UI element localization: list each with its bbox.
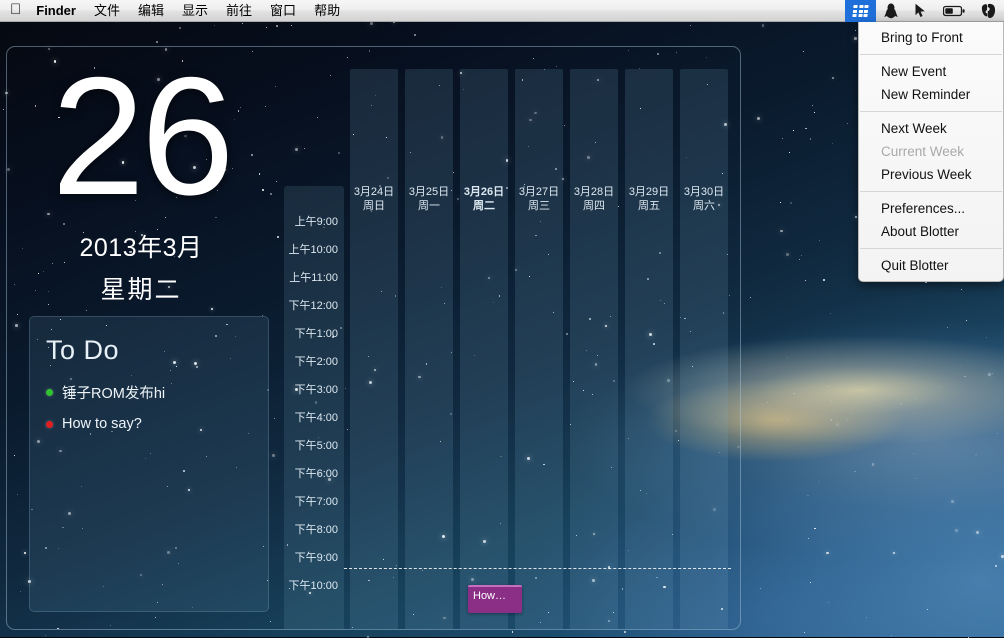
- penguin-glyph: [884, 3, 898, 18]
- big-date-display: 26 2013年3月 星期二: [7, 47, 275, 306]
- menu-item-new-reminder[interactable]: New Reminder: [859, 83, 1003, 106]
- calendar-event[interactable]: How…: [468, 585, 522, 613]
- todo-panel[interactable]: To Do 锤子ROM发布hi How to say?: [29, 316, 269, 612]
- macos-menu-bar[interactable]:  Finder文件编辑显示前往窗口帮助: [0, 0, 1004, 22]
- menu-item-current-week: Current Week: [881, 144, 965, 159]
- pointer-glyph: [915, 3, 925, 17]
- time-label: 下午10:00: [288, 580, 338, 592]
- big-date-day-number: 26: [51, 46, 235, 230]
- menu-bar-items[interactable]: Finder 文件 编辑 显示 前往 窗口 帮助: [27, 1, 349, 21]
- menu-item-quit-blotter[interactable]: Quit Blotter: [859, 254, 1003, 277]
- menu-separator: [860, 54, 1002, 55]
- apple-logo-icon[interactable]: : [10, 2, 21, 17]
- time-label: 上午9:00: [294, 216, 338, 228]
- menu-item-next-week[interactable]: Next Week: [859, 117, 1003, 140]
- blotter-widget-window[interactable]: 26 2013年3月 星期二 To Do 锤子ROM发布hi How to say…: [6, 46, 741, 630]
- calendar-time-gutter: 上午9:00 上午10:00 上午11:00 下午12:00 下午1:00 下午2:00 下…: [284, 186, 344, 629]
- menu-item-previous-week[interactable]: Previous Week: [859, 163, 1003, 186]
- time-label: 上午10:00: [288, 244, 338, 256]
- menu-bar-item-5[interactable]: 窗口: [261, 1, 305, 21]
- menu-bar-item-6[interactable]: 帮助: [305, 1, 349, 21]
- grid-icon-glyph: [852, 4, 869, 17]
- menu-bar-status-items[interactable]: [845, 0, 1004, 22]
- menu-bar-item-4[interactable]: 前往: [217, 1, 261, 21]
- day-column-4[interactable]: [570, 69, 618, 629]
- time-label: 下午5:00: [294, 440, 338, 452]
- elephant-glyph: [981, 3, 996, 18]
- time-label: 下午8:00: [294, 524, 338, 536]
- time-label: 下午9:00: [294, 552, 338, 564]
- big-date-year-month: 2013年3月: [79, 234, 203, 262]
- todo-item-label: How to say?: [62, 416, 142, 432]
- menu-item-preferences[interactable]: Preferences...: [859, 197, 1003, 220]
- calendar-week-view[interactable]: 上午9:00 上午10:00 上午11:00 下午12:00 下午1:00 下午2:00 下…: [284, 47, 740, 629]
- menu-bar-item-0[interactable]: Finder: [27, 1, 85, 21]
- day-column-1[interactable]: [405, 69, 453, 629]
- menu-item-new-event[interactable]: New Event: [859, 60, 1003, 83]
- qq-penguin-icon[interactable]: [876, 0, 906, 22]
- battery-icon[interactable]: [935, 0, 973, 22]
- time-label: 下午2:00: [294, 356, 338, 368]
- menu-bar-item-3[interactable]: 显示: [173, 1, 217, 21]
- time-label: 上午11:00: [289, 272, 338, 284]
- menu-item-about-blotter[interactable]: About Blotter: [859, 220, 1003, 243]
- blotter-grid-icon[interactable]: [845, 0, 876, 22]
- time-label: 下午3:00: [294, 384, 338, 396]
- todo-list: 锤子ROM发布hi How to say?: [46, 382, 252, 432]
- day-column-5[interactable]: [625, 69, 673, 629]
- todo-bullet-icon: [46, 389, 53, 396]
- time-label: 下午4:00: [294, 412, 338, 424]
- todo-item[interactable]: How to say?: [46, 416, 252, 432]
- todo-title: To Do: [46, 335, 120, 365]
- menu-bar-item-1[interactable]: 文件: [85, 1, 129, 21]
- menu-item-bring-to-front[interactable]: Bring to Front: [859, 26, 1003, 49]
- todo-bullet-icon: [46, 420, 53, 428]
- day-column-2[interactable]: [460, 69, 508, 629]
- menu-separator: [860, 248, 1002, 249]
- day-column-0[interactable]: [350, 69, 398, 629]
- todo-item-label: 锤子ROM发布hi: [62, 386, 166, 402]
- blotter-status-menu[interactable]: Bring to Front New Event New Reminder Next …: [858, 22, 1004, 282]
- menu-bar-item-2[interactable]: 编辑: [129, 1, 173, 21]
- menu-separator: [860, 111, 1002, 112]
- day-column-3[interactable]: [515, 69, 563, 629]
- menu-separator: [860, 191, 1002, 192]
- battery-glyph: [943, 5, 965, 16]
- time-label: 下午6:00: [294, 468, 338, 480]
- time-label: 下午1:00: [294, 328, 338, 340]
- big-date-weekday: 星期二: [100, 276, 182, 304]
- todo-item[interactable]: 锤子ROM发布hi: [46, 382, 252, 403]
- time-label: 下午7:00: [294, 496, 338, 508]
- day-column-6[interactable]: [680, 69, 728, 629]
- cursor-pointer-icon[interactable]: [906, 0, 935, 22]
- current-time-line: [344, 568, 731, 569]
- time-label: 下午12:00: [288, 300, 338, 312]
- evernote-elephant-icon[interactable]: [973, 0, 1004, 22]
